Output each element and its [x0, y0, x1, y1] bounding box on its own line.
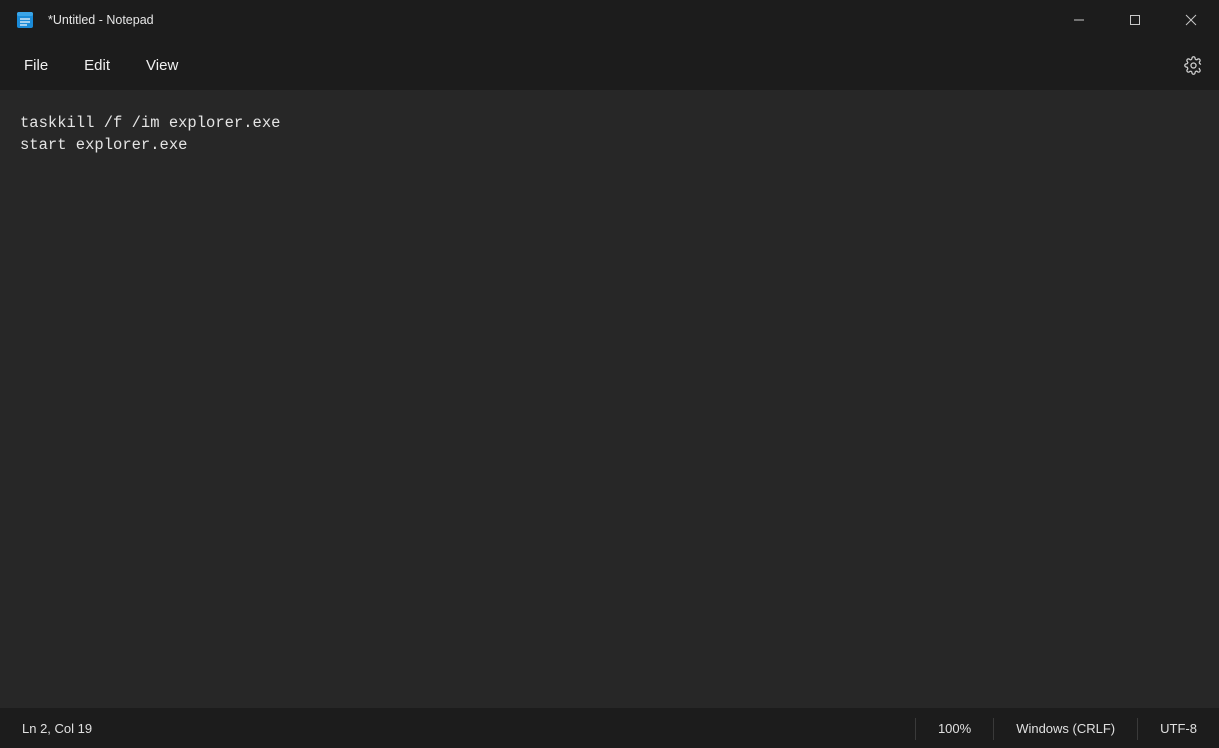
maximize-icon — [1129, 14, 1141, 26]
text-editor[interactable]: taskkill /f /im explorer.exe start explo… — [0, 90, 1219, 708]
menu-edit[interactable]: Edit — [72, 49, 122, 82]
status-zoom[interactable]: 100% — [916, 717, 993, 741]
status-cursor-position: Ln 2, Col 19 — [0, 717, 114, 741]
status-encoding[interactable]: UTF-8 — [1138, 717, 1219, 741]
statusbar: Ln 2, Col 19 100% Windows (CRLF) UTF-8 — [0, 708, 1219, 748]
status-line-ending[interactable]: Windows (CRLF) — [994, 717, 1137, 741]
maximize-button[interactable] — [1107, 0, 1163, 40]
menu-view[interactable]: View — [134, 49, 190, 82]
settings-button[interactable] — [1175, 47, 1211, 83]
minimize-button[interactable] — [1051, 0, 1107, 40]
minimize-icon — [1073, 14, 1085, 26]
menubar: File Edit View — [0, 40, 1219, 90]
window-title: *Untitled - Notepad — [48, 13, 154, 27]
notepad-icon — [16, 11, 34, 29]
gear-icon — [1184, 56, 1203, 75]
close-button[interactable] — [1163, 0, 1219, 40]
menu-file[interactable]: File — [12, 49, 60, 82]
titlebar[interactable]: *Untitled - Notepad — [0, 0, 1219, 40]
close-icon — [1185, 14, 1197, 26]
